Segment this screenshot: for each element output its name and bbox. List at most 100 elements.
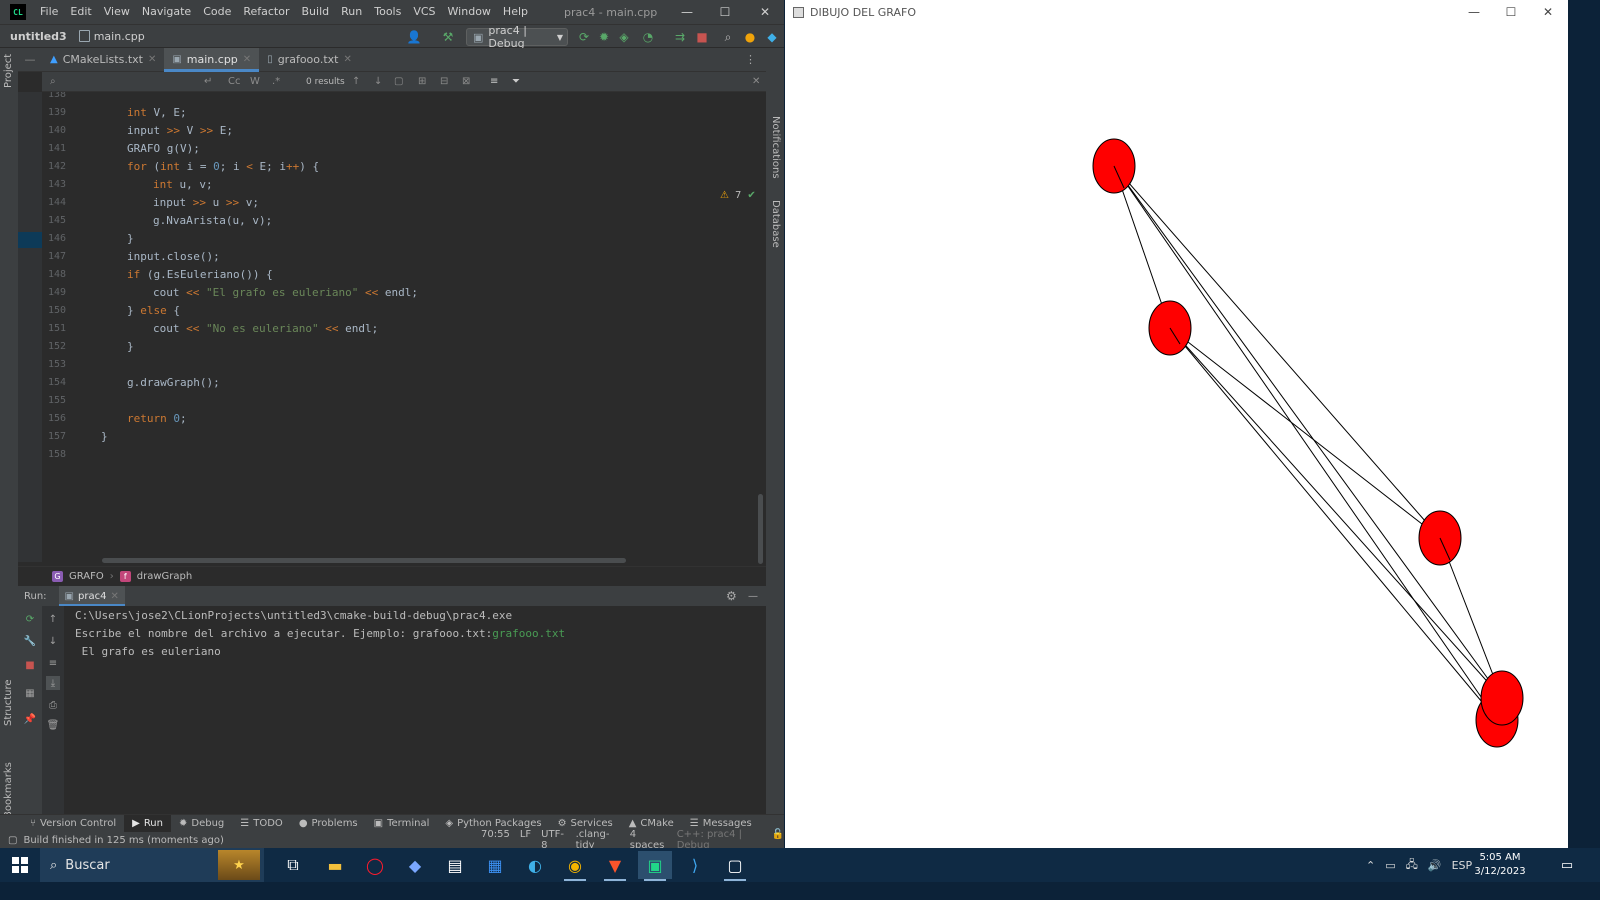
- database-tool-button[interactable]: Database: [770, 200, 781, 248]
- code-line[interactable]: 148 if (g.EsEuleriano()) {: [42, 266, 762, 284]
- minimize-icon[interactable]: —: [1456, 0, 1492, 24]
- brave-icon[interactable]: ▼: [598, 851, 632, 881]
- menu-view[interactable]: View: [98, 0, 136, 24]
- edge-icon[interactable]: ◐: [518, 851, 552, 879]
- attach-icon[interactable]: ⇉: [672, 29, 688, 45]
- breadcrumb-method[interactable]: drawGraph: [137, 571, 192, 582]
- notifications-tool-button[interactable]: Notifications: [770, 116, 781, 179]
- breadcrumb-file[interactable]: main.cpp: [78, 30, 145, 43]
- line-number[interactable]: 154: [42, 374, 66, 392]
- menu-vcs[interactable]: VCS: [407, 0, 441, 24]
- tool-problems[interactable]: ● Problems: [291, 815, 366, 833]
- rerun-icon[interactable]: ⟳: [23, 612, 37, 626]
- coverage-icon[interactable]: ◈: [616, 29, 632, 45]
- trash-icon[interactable]: 🗑: [46, 718, 60, 732]
- status-icon[interactable]: ▢: [8, 835, 17, 846]
- add-occurrence-icon[interactable]: ⊞: [418, 76, 426, 87]
- project-tool-button[interactable]: Project: [3, 54, 14, 88]
- menu-code[interactable]: Code: [197, 0, 237, 24]
- chrome-icon[interactable]: ◉: [558, 851, 592, 881]
- line-number[interactable]: 141: [42, 140, 66, 158]
- run-configuration-select[interactable]: ▣ prac4 | Debug ▼: [466, 24, 568, 50]
- menu-file[interactable]: File: [34, 0, 64, 24]
- code-line[interactable]: 139 int V, E;: [42, 104, 762, 122]
- remove-occurrence-icon[interactable]: ⊟: [440, 76, 448, 87]
- find-close-icon[interactable]: ✕: [752, 76, 760, 87]
- close-icon[interactable]: ✕: [1530, 0, 1566, 24]
- line-number[interactable]: 140: [42, 122, 66, 140]
- code-line[interactable]: 140 input >> V >> E;: [42, 122, 762, 140]
- tab-close-icon[interactable]: ✕: [110, 591, 118, 602]
- horizontal-scrollbar[interactable]: [102, 558, 626, 563]
- profile-icon[interactable]: ◔: [640, 29, 656, 45]
- code-line[interactable]: 146}: [42, 230, 762, 248]
- tab-close-icon[interactable]: ✕: [148, 54, 156, 65]
- wrench-icon[interactable]: 🔧: [23, 634, 37, 648]
- filter-icon[interactable]: ⏷: [512, 76, 520, 87]
- print-icon[interactable]: ⎙: [46, 698, 60, 712]
- close-icon[interactable]: ✕: [746, 0, 784, 24]
- next-occurrence-icon[interactable]: ↓: [374, 76, 382, 87]
- hide-panel-icon[interactable]: —: [748, 591, 758, 602]
- select-all-occurrences-icon[interactable]: ⊠: [462, 76, 470, 87]
- run-tab-prac4[interactable]: ▣ prac4 ✕: [58, 586, 126, 606]
- volume-icon[interactable]: 🔊: [1428, 859, 1442, 872]
- code-line[interactable]: 155: [42, 392, 762, 410]
- line-number[interactable]: 152: [42, 338, 66, 356]
- store-icon[interactable]: ▤: [438, 851, 472, 879]
- maximize-icon[interactable]: ☐: [706, 0, 744, 24]
- tab-main-cpp[interactable]: ▣ main.cpp ✕: [164, 47, 260, 72]
- meet-icon[interactable]: ▭: [1385, 859, 1395, 872]
- line-number[interactable]: 148: [42, 266, 66, 284]
- graph-window-icon[interactable]: ▢: [718, 851, 752, 881]
- tab-close-icon[interactable]: ✕: [343, 54, 351, 65]
- user-icon[interactable]: 👤: [406, 29, 422, 45]
- line-number[interactable]: 157: [42, 428, 66, 446]
- search-icon[interactable]: ⌕: [720, 29, 736, 45]
- tool-terminal[interactable]: ▣ Terminal: [366, 815, 438, 833]
- scroll-to-end-icon[interactable]: ⤓: [46, 676, 60, 690]
- network-icon[interactable]: 🖧: [1406, 856, 1418, 875]
- code-line[interactable]: 149 cout << "El grafo es euleriano" << en…: [42, 284, 762, 302]
- code-line[interactable]: 145 g.NvaArista(u, v);: [42, 212, 762, 230]
- vertical-scrollbar[interactable]: [758, 494, 763, 564]
- line-number[interactable]: 147: [42, 248, 66, 266]
- chevron-up-icon[interactable]: ⌃: [1366, 859, 1375, 872]
- rerun-icon[interactable]: ⟳: [576, 29, 592, 45]
- status-message[interactable]: Build finished in 125 ms (moments ago): [23, 835, 223, 846]
- app-icon[interactable]: ◆: [398, 851, 432, 879]
- start-button[interactable]: [0, 848, 40, 882]
- plugin-icon[interactable]: ◆: [764, 29, 780, 45]
- code-line[interactable]: 142 for (int i = 0; i < E; i++) {: [42, 158, 762, 176]
- code-editor[interactable]: ⚠ 7 ✔ 20 ⌃ ⌄ 138139int V, E;140input >> …: [42, 92, 762, 562]
- app-icon[interactable]: ▦: [478, 851, 512, 879]
- arrow-up-icon[interactable]: ↑: [46, 612, 60, 626]
- tool-todo[interactable]: ☰ TODO: [232, 815, 291, 833]
- tool-version-control[interactable]: ⑂ Version Control: [22, 815, 124, 833]
- regex-toggle[interactable]: .*: [272, 76, 280, 87]
- clion-logo-icon[interactable]: CL: [10, 4, 26, 20]
- code-line[interactable]: 150} else {: [42, 302, 762, 320]
- arrow-down-icon[interactable]: ↓: [46, 634, 60, 648]
- file-explorer-icon[interactable]: ▬: [318, 851, 352, 879]
- find-newline-icon[interactable]: ↵: [204, 76, 212, 87]
- filter-lines-icon[interactable]: ≡: [490, 76, 498, 87]
- line-number[interactable]: 158: [42, 446, 66, 464]
- update-icon[interactable]: ●: [742, 29, 758, 45]
- build-hammer-icon[interactable]: ⚒: [440, 29, 456, 45]
- whole-word-toggle[interactable]: W: [250, 76, 260, 87]
- taskbar-clock[interactable]: 5:05 AM 3/12/2023: [1468, 851, 1532, 879]
- code-line[interactable]: 138: [42, 92, 762, 104]
- menu-run[interactable]: Run: [335, 0, 368, 24]
- opera-icon[interactable]: ◯: [358, 851, 392, 879]
- notification-center-icon[interactable]: ▭: [1550, 851, 1584, 879]
- code-line[interactable]: 143 int u, v;: [42, 176, 762, 194]
- tool-run[interactable]: ▶ Run: [124, 814, 171, 833]
- line-number[interactable]: 144: [42, 194, 66, 212]
- stop-icon[interactable]: ■: [694, 29, 710, 45]
- vscode-icon[interactable]: ⟩: [678, 851, 712, 879]
- search-highlight-icon[interactable]: ★: [218, 850, 260, 880]
- debug-bug-icon[interactable]: ✹: [596, 29, 612, 45]
- tab-cmakelists[interactable]: ▲ CMakeLists.txt ✕: [42, 48, 164, 72]
- previous-occurrence-icon[interactable]: ↑: [352, 76, 360, 87]
